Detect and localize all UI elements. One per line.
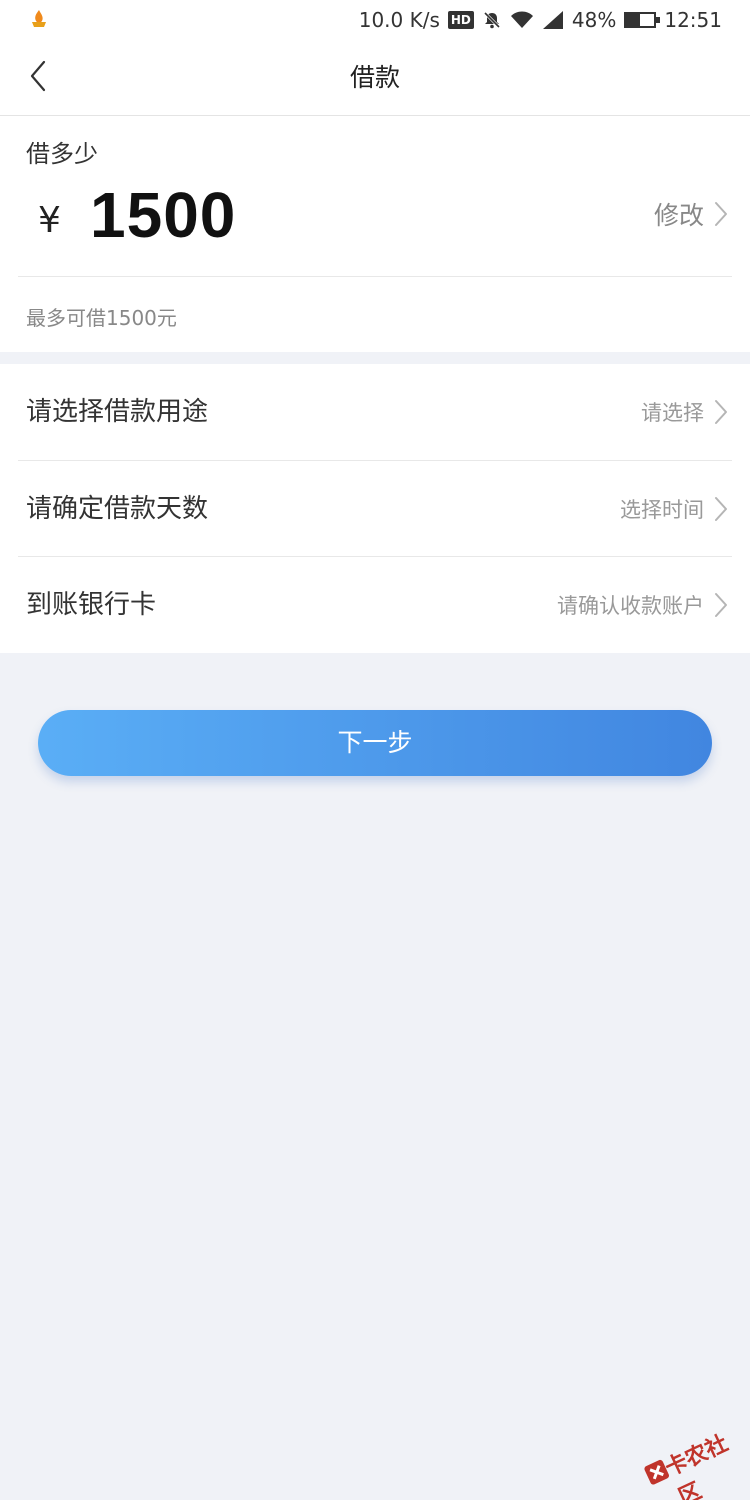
loan-days-row[interactable]: 请确定借款天数 选择时间	[0, 461, 750, 557]
signal-icon	[542, 11, 563, 29]
borrow-limit-text: 最多可借1500元	[26, 306, 177, 330]
clock: 12:51	[664, 8, 722, 32]
battery-percent: 48%	[571, 8, 617, 32]
bank-card-row[interactable]: 到账银行卡 请确认收款账户	[0, 557, 750, 653]
loan-days-placeholder: 选择时间	[620, 498, 704, 522]
currency-symbol: ¥	[38, 200, 61, 241]
divider	[18, 276, 732, 277]
amount-row: ¥ 1500 修改	[0, 176, 750, 280]
loan-days-value: 选择时间	[620, 461, 728, 557]
bank-card-placeholder: 请确认收款账户	[557, 594, 704, 618]
amount-label: 借多少	[26, 140, 98, 168]
wifi-icon	[510, 11, 533, 28]
loan-days-label: 请确定借款天数	[26, 494, 209, 524]
chevron-right-icon	[715, 202, 727, 226]
watermark-text: 卡农社区	[661, 1431, 732, 1500]
modify-amount-button[interactable]: 修改	[654, 196, 728, 232]
page-title: 借款	[349, 63, 400, 92]
chevron-right-icon	[715, 497, 727, 521]
bank-card-label: 到账银行卡	[26, 590, 157, 620]
loan-options-list: 请选择借款用途 请选择 请确定借款天数 选择时间 到账银行卡 请确认收款账户	[0, 364, 750, 653]
chevron-left-icon	[30, 60, 46, 92]
hd-icon: HD	[447, 11, 474, 29]
chevron-right-icon	[715, 593, 727, 617]
app-notification-icon	[32, 10, 46, 27]
amount-card: 借多少 ¥ 1500 修改 最多可借1500元	[0, 116, 750, 352]
chevron-right-icon	[715, 400, 727, 424]
next-step-button[interactable]: 下一步	[38, 710, 712, 776]
loan-purpose-row[interactable]: 请选择借款用途 请选择	[0, 364, 750, 460]
modify-label: 修改	[653, 201, 704, 230]
loan-purpose-label: 请选择借款用途	[26, 397, 209, 427]
back-button[interactable]	[16, 54, 60, 98]
loan-purpose-value: 请选择	[641, 364, 728, 460]
bell-muted-icon	[483, 11, 500, 29]
bank-card-value: 请确认收款账户	[557, 557, 728, 653]
status-bar: 10.0 K/s HD 48% 12:51	[0, 0, 750, 40]
loan-purpose-placeholder: 请选择	[641, 401, 704, 425]
amount-value: 1500	[90, 179, 237, 251]
network-speed: 10.0 K/s	[358, 8, 440, 32]
nav-bar: 借款	[0, 40, 750, 116]
watermark-logo: 卡农社区	[635, 1411, 749, 1500]
battery-icon	[624, 12, 661, 28]
